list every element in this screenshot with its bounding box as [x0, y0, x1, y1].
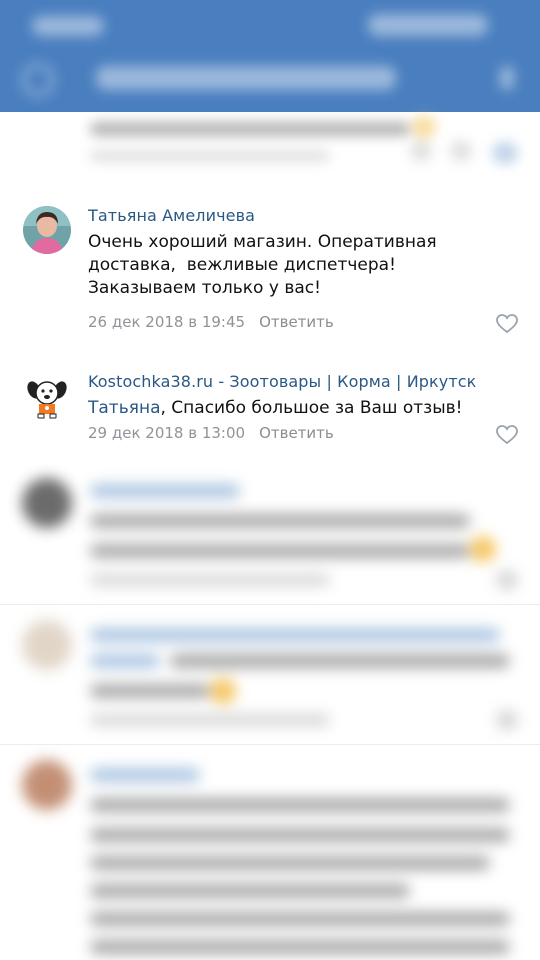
comment-meta: 29 дек 2018 в 13:00 Ответить [88, 424, 334, 442]
comment-item: Татьяна Амеличева Очень хороший магазин.… [0, 206, 540, 346]
app-bar [0, 0, 540, 112]
comment-text: Очень хороший магазин. Оперативная доста… [88, 231, 508, 300]
toolbar [0, 50, 540, 112]
user-photo-icon[interactable] [23, 206, 71, 254]
dog-logo-icon[interactable] [23, 372, 71, 420]
page-title [96, 66, 396, 90]
comment-text-line: Очень хороший магазин. Оперативная [88, 232, 437, 252]
blurred-previous-comment [0, 104, 540, 192]
divider [0, 604, 540, 605]
divider [0, 744, 540, 745]
reply-button[interactable]: Ответить [259, 424, 334, 442]
comment-text-rest: , Спасибо большое за Ваш отзыв! [160, 398, 463, 418]
status-bar [0, 0, 540, 50]
comment-item: Kostochka38.ru - Зоотовары | Корма | Ирк… [0, 372, 540, 452]
reply-button[interactable]: Ответить [259, 313, 334, 331]
comment-text-line: доставка, вежливые диспетчера! [88, 255, 396, 275]
blurred-comment [0, 470, 540, 600]
blurred-comment [0, 610, 540, 740]
comment-text-line: Заказываем только у вас! [88, 278, 321, 298]
comment-date: 26 дек 2018 в 19:45 [88, 313, 246, 331]
comment-text: Татьяна, Спасибо большое за Ваш отзыв! [88, 397, 508, 420]
comment-meta: 26 дек 2018 в 19:45 Ответить [88, 313, 334, 331]
mention-link[interactable]: Татьяна [88, 398, 160, 418]
comment-date: 29 дек 2018 в 13:00 [88, 424, 246, 442]
comment-author[interactable]: Kostochka38.ru - Зоотовары | Корма | Ирк… [88, 372, 476, 391]
more-icon[interactable] [500, 66, 514, 90]
heart-icon[interactable] [496, 425, 518, 445]
blurred-comment [0, 750, 540, 960]
heart-icon[interactable] [496, 314, 518, 334]
comment-author[interactable]: Татьяна Амеличева [88, 206, 255, 225]
back-icon[interactable] [22, 64, 54, 96]
